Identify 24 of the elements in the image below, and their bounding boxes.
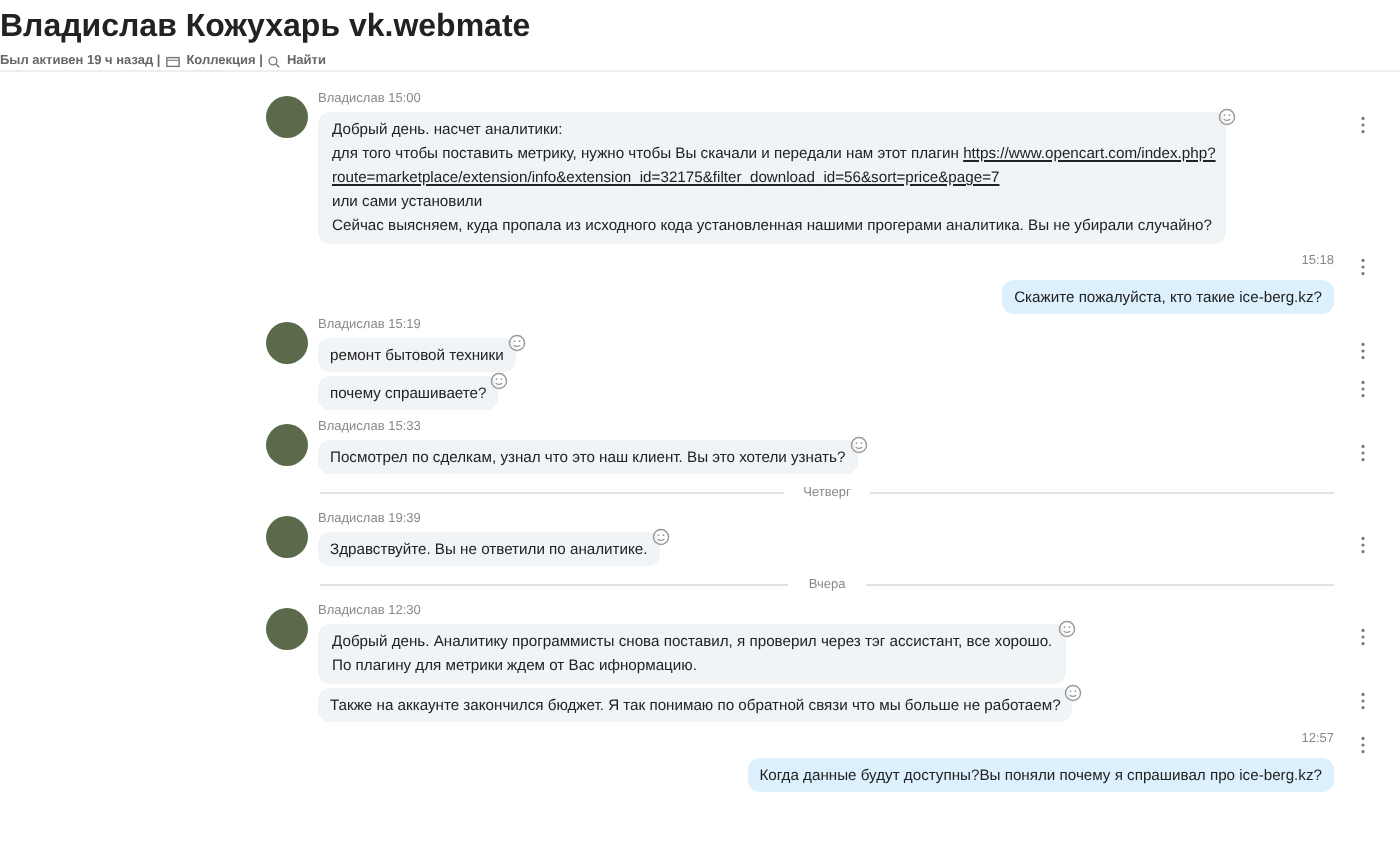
more-options-icon[interactable]: [1360, 692, 1366, 710]
smiley-icon[interactable]: [1058, 620, 1077, 638]
chat-title: Владислав Кожухарь vk.webmate: [0, 8, 531, 48]
folder-icon: [166, 55, 181, 67]
avatar: [266, 322, 308, 364]
smiley-icon[interactable]: [507, 334, 526, 352]
search-icon: [268, 55, 281, 67]
avatar: [266, 424, 308, 466]
smiley-icon[interactable]: [1064, 684, 1083, 702]
more-options-icon[interactable]: [1360, 536, 1366, 554]
more-options-icon[interactable]: [1360, 116, 1366, 134]
avatar: [266, 516, 308, 558]
more-options-icon[interactable]: [1360, 736, 1366, 754]
more-options-icon[interactable]: [1360, 628, 1366, 646]
more-options-icon[interactable]: [1360, 444, 1366, 462]
more-options-icon[interactable]: [1360, 258, 1366, 276]
avatar: [266, 96, 308, 138]
smiley-icon[interactable]: [490, 372, 509, 390]
smiley-icon[interactable]: [651, 528, 670, 546]
more-options-icon[interactable]: [1360, 380, 1366, 398]
avatar: [266, 608, 308, 650]
more-options-icon[interactable]: [1360, 342, 1366, 360]
smiley-icon[interactable]: [1218, 108, 1236, 126]
smiley-icon[interactable]: [849, 436, 868, 454]
